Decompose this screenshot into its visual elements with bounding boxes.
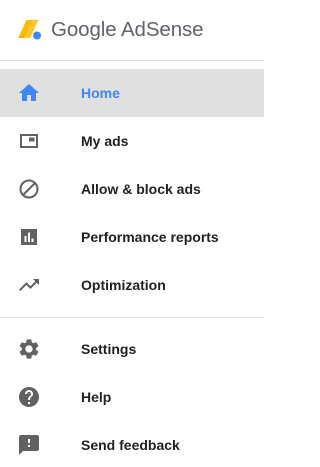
divider	[0, 317, 264, 318]
help-icon	[17, 385, 41, 409]
home-icon	[17, 81, 41, 105]
primary-nav: Home My ads Allow & block ads Performanc…	[0, 69, 264, 309]
nav-item-label: Allow & block ads	[81, 181, 201, 197]
brand-name: Google AdSense	[51, 18, 204, 41]
nav-item-label: Optimization	[81, 277, 166, 293]
block-icon	[17, 177, 41, 201]
bar-chart-icon	[17, 225, 41, 249]
gear-icon	[17, 337, 41, 361]
secondary-nav: Settings Help Send feedback	[0, 325, 264, 467]
nav-item-label: Help	[81, 389, 112, 405]
adsense-logo-icon	[16, 18, 42, 42]
feedback-icon	[17, 433, 41, 457]
trending-up-icon	[17, 273, 41, 297]
divider	[0, 60, 264, 61]
nav-item-allow-block-ads[interactable]: Allow & block ads	[0, 165, 264, 213]
nav-item-label: Performance reports	[81, 229, 219, 245]
nav-item-send-feedback[interactable]: Send feedback	[0, 421, 264, 467]
nav-item-performance-reports[interactable]: Performance reports	[0, 213, 264, 261]
nav-item-settings[interactable]: Settings	[0, 325, 264, 373]
nav-item-help[interactable]: Help	[0, 373, 264, 421]
nav-item-home[interactable]: Home	[0, 69, 264, 117]
navigation-drawer: Google AdSense Home My ads Allow & block…	[0, 0, 264, 467]
ad-units-icon	[17, 129, 41, 153]
nav-item-my-ads[interactable]: My ads	[0, 117, 264, 165]
brand-header[interactable]: Google AdSense	[0, 0, 264, 60]
nav-item-label: Send feedback	[81, 437, 180, 453]
nav-item-label: Settings	[81, 341, 137, 357]
nav-item-label: My ads	[81, 133, 129, 149]
nav-item-label: Home	[81, 85, 120, 101]
nav-item-optimization[interactable]: Optimization	[0, 261, 264, 309]
